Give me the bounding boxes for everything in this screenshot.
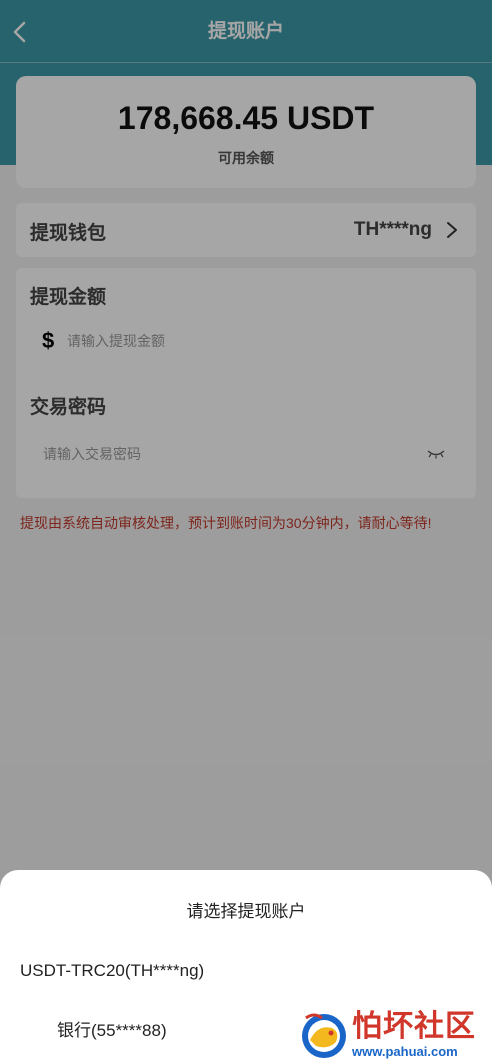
watermark-url: www.pahuai.com — [352, 1044, 458, 1059]
watermark-logo — [302, 1013, 346, 1058]
account-option-usdt[interactable]: USDT-TRC20(TH****ng) — [20, 961, 204, 981]
sheet-title: 请选择提现账户 — [186, 902, 306, 921]
account-option-bank[interactable]: 银行(55****88) — [57, 1016, 167, 1041]
watermark-text: 怕坏社区 — [352, 1010, 476, 1043]
